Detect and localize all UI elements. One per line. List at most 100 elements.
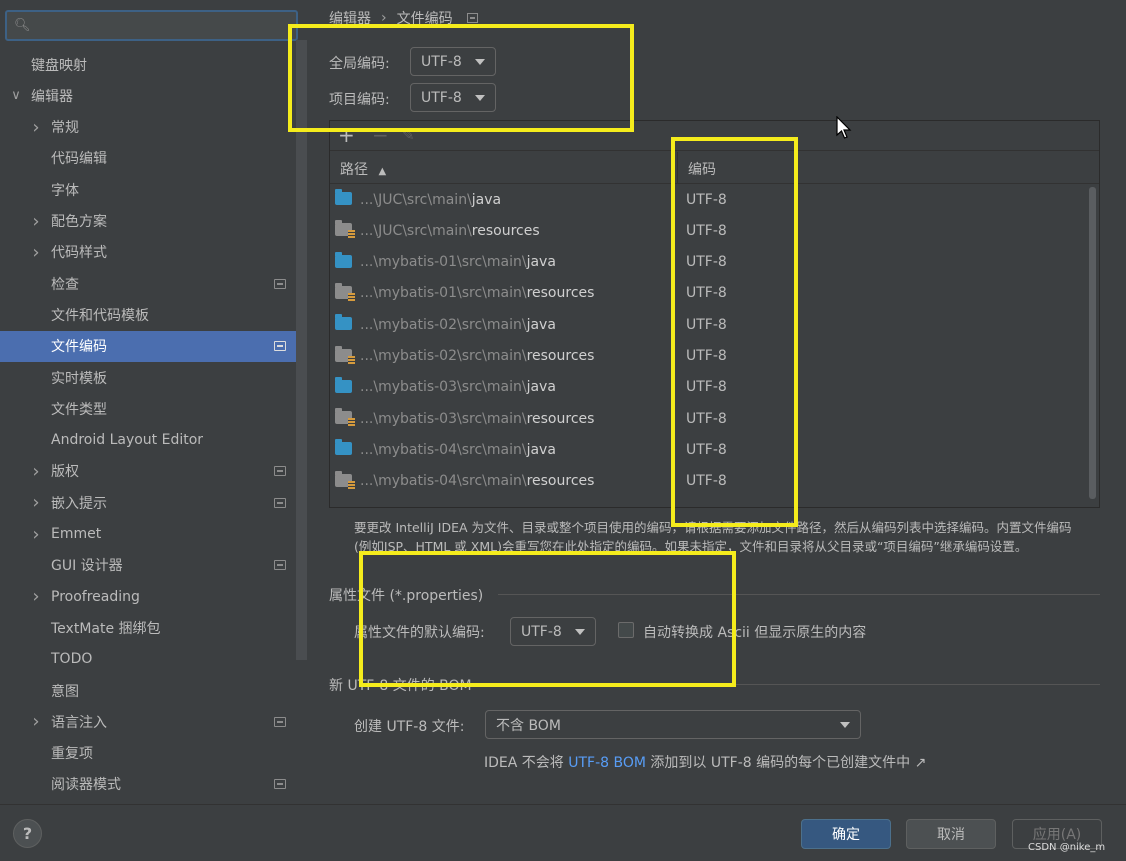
row-path-prefix: ...\mybatis-02\src\main\ [360, 348, 527, 364]
row-path-prefix: ...\JUC\src\main\ [360, 191, 472, 208]
row-path-prefix: ...\JUC\src\main\ [360, 222, 472, 239]
sidebar-item[interactable]: › 代码样式 [0, 237, 296, 268]
sidebar-item[interactable]: 检查 [0, 268, 296, 299]
sidebar-item[interactable]: 文件和代码模板 [0, 299, 296, 330]
sidebar-item[interactable]: › 版权 [0, 456, 296, 487]
row-path: ...\mybatis-02\src\main\resources [360, 348, 594, 364]
bom-note-prefix: IDEA 不会将 [484, 755, 564, 771]
column-path-label: 路径 [340, 162, 368, 178]
row-path-name: java [526, 379, 556, 396]
sidebar-item-label: 重复项 [51, 746, 93, 763]
row-path-prefix: ...\mybatis-04\src\main\ [360, 473, 527, 490]
bom-note-suffix: 添加到以 UTF-8 编码的每个已创建文件中 ↗ [650, 755, 927, 771]
row-path: ...\mybatis-01\src\main\java [360, 254, 556, 270]
sidebar-item[interactable]: › 常规 [0, 112, 296, 143]
sidebar-item-label: 代码样式 [51, 245, 107, 262]
column-header-path[interactable]: 路径 ▲ [340, 159, 386, 179]
project-level-icon [274, 497, 286, 508]
sidebar-item[interactable]: 文件编码 [0, 330, 296, 362]
row-path-name: java [471, 191, 502, 208]
sidebar-item-label: 字体 [51, 182, 79, 199]
highlight-box-properties [359, 551, 736, 687]
sidebar-item[interactable]: GUI 设计器 [0, 550, 296, 581]
sidebar-item[interactable]: 阅读器模式 [0, 769, 296, 800]
bom-create-dropdown[interactable]: 不含 BOM [485, 710, 861, 739]
resources-folder-icon [335, 220, 355, 240]
chevron-down-icon[interactable]: ∨ [9, 88, 23, 103]
search-icon: 🔍︎ [14, 18, 31, 33]
chevron-right-icon[interactable]: › [29, 492, 43, 513]
sidebar-item-label: 键盘映射 [31, 57, 87, 74]
sidebar-item[interactable]: › 语言注入 [0, 706, 296, 737]
row-path-prefix: ...\mybatis-04\src\main\ [360, 441, 527, 458]
sidebar-item[interactable]: TextMate 捆绑包 [0, 612, 296, 643]
sidebar-item-label: Proofreading [51, 588, 140, 605]
help-button[interactable]: ? [13, 819, 42, 848]
sidebar-item[interactable]: 代码编辑 [0, 143, 296, 174]
settings-sidebar: 🔍︎ 键盘映射 ∨ 编辑器 › 常规 代码编辑 字体 › 配色方案 › 代码样式 检查 文件和代码模板文… [0, 0, 307, 804]
sidebar-scrollbar[interactable] [296, 40, 307, 660]
settings-search-input[interactable]: 🔍︎ [5, 10, 298, 41]
utf8-bom-link[interactable]: UTF-8 BOM [568, 755, 646, 771]
sidebar-item-label: 编辑器 [31, 88, 73, 105]
sidebar-item[interactable]: 字体 [0, 174, 296, 205]
sidebar-item[interactable]: 重复项 [0, 738, 296, 769]
row-path: ...\mybatis-03\src\main\resources [360, 411, 594, 427]
row-path-name: resources [471, 222, 540, 239]
project-level-icon [274, 341, 286, 352]
sidebar-item[interactable]: 实时模板 [0, 362, 296, 393]
chevron-right-icon[interactable]: › [29, 117, 43, 138]
row-path-name: resources [526, 285, 595, 302]
sidebar-item-label: 文件和代码模板 [51, 307, 149, 324]
resources-folder-icon [335, 408, 355, 428]
chevron-right-icon[interactable]: › [29, 586, 43, 607]
sidebar-item-label: 检查 [51, 276, 79, 293]
row-path-name: java [526, 316, 556, 333]
chevron-right-icon[interactable]: › [29, 711, 43, 732]
sidebar-scrollbar-track[interactable] [296, 660, 307, 804]
row-path-prefix: ...\mybatis-03\src\main\ [360, 410, 527, 427]
sidebar-item[interactable]: 意图 [0, 675, 296, 706]
row-path-name: java [526, 441, 556, 458]
row-path: ...\JUC\src\main\java [360, 192, 501, 208]
row-path-name: java [526, 254, 556, 271]
project-level-icon [274, 278, 286, 289]
highlight-box-global-encoding [288, 24, 634, 132]
ok-button[interactable]: 确定 [801, 819, 891, 849]
row-path: ...\mybatis-04\src\main\resources [360, 473, 594, 489]
source-folder-icon [335, 189, 352, 205]
row-path: ...\mybatis-03\src\main\java [360, 379, 556, 395]
bom-create-label: 创建 UTF-8 文件: [354, 719, 465, 735]
sort-ascending-icon: ▲ [378, 166, 387, 177]
sidebar-item-label: 文件类型 [51, 401, 107, 418]
sidebar-item[interactable]: TODO [0, 644, 296, 675]
row-path: ...\mybatis-04\src\main\java [360, 442, 556, 458]
cancel-button[interactable]: 取消 [906, 819, 996, 849]
sidebar-item[interactable]: › Proofreading [0, 581, 296, 612]
sidebar-item[interactable]: 文件类型 [0, 393, 296, 424]
sidebar-item[interactable]: Android Layout Editor [0, 425, 296, 456]
chevron-right-icon[interactable]: › [29, 242, 43, 263]
row-path: ...\mybatis-02\src\main\java [360, 317, 556, 333]
sidebar-item[interactable]: › 配色方案 [0, 206, 296, 237]
sidebar-item-label: 文件编码 [51, 339, 107, 356]
sidebar-item[interactable]: › 嵌入提示 [0, 487, 296, 518]
sidebar-item-label: 意图 [51, 683, 79, 700]
sidebar-item[interactable]: ∨ 编辑器 [0, 80, 296, 111]
source-folder-icon [335, 251, 352, 268]
row-path: ...\JUC\src\main\resources [360, 223, 540, 239]
sidebar-item[interactable]: › Emmet [0, 519, 296, 550]
sidebar-item-label: 阅读器模式 [51, 777, 121, 794]
sidebar-item-label: 版权 [51, 464, 79, 481]
sidebar-item-label: 嵌入提示 [51, 495, 107, 512]
sidebar-item-label: GUI 设计器 [51, 558, 123, 575]
chevron-right-icon[interactable]: › [29, 211, 43, 232]
chevron-right-icon[interactable]: › [29, 461, 43, 482]
chevron-right-icon[interactable]: › [29, 524, 43, 545]
table-scrollbar-thumb[interactable] [1089, 187, 1096, 499]
sidebar-item[interactable]: 键盘映射 [0, 49, 296, 80]
bom-note: IDEA 不会将 UTF-8 BOM 添加到以 UTF-8 编码的每个已创建文件… [484, 752, 926, 772]
row-path-prefix: ...\mybatis-02\src\main\ [360, 316, 527, 333]
sidebar-item-label: 常规 [51, 120, 79, 137]
row-path-name: resources [526, 473, 595, 490]
